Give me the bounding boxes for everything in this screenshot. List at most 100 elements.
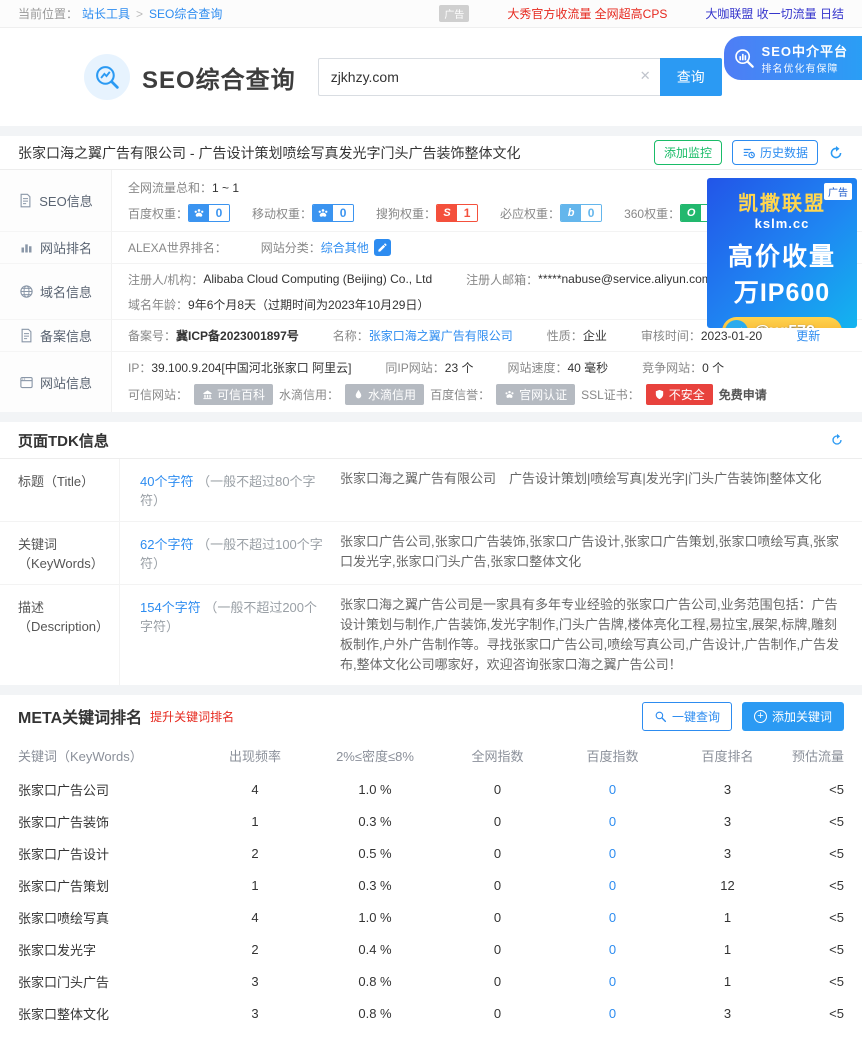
frequency-cell: 3 — [200, 1006, 310, 1021]
baidu-paw-icon — [189, 205, 209, 221]
ssl-free-apply-link[interactable]: 免费申请 — [719, 386, 767, 403]
density-cell: 1.0 % — [310, 782, 440, 797]
sidebar-item-site-info[interactable]: 网站信息 — [0, 352, 112, 412]
keyword-cell: 张家口广告设计 — [18, 844, 200, 863]
seo-agency-ribbon[interactable]: SEO中介平台 排名优化有保障 — [724, 36, 862, 80]
site-speed: 40 毫秒 — [567, 359, 608, 376]
tdk-refresh-icon[interactable] — [830, 433, 844, 447]
keyword-cell: 张家口喷绘写真 — [18, 908, 200, 927]
ribbon-line2: 排名优化有保障 — [762, 60, 848, 75]
baidu-index-link[interactable]: 0 — [555, 1006, 670, 1021]
edit-category-icon[interactable] — [374, 239, 391, 256]
frequency-cell: 4 — [200, 910, 310, 925]
table-row: 张家口广告策划 1 0.3 % 0 0 12 <5 — [18, 869, 844, 901]
baidu-index-link[interactable]: 0 — [555, 910, 670, 925]
plus-icon: + — [754, 710, 767, 723]
baidu-paw-icon — [313, 205, 333, 221]
bank-icon — [202, 389, 213, 400]
table-row: 张家口喷绘写真 4 1.0 % 0 0 1 <5 — [18, 901, 844, 933]
baidu-index-link[interactable]: 0 — [555, 878, 670, 893]
ad-banner-tag: 广告 — [824, 183, 852, 200]
baidu-index-link[interactable]: 0 — [555, 782, 670, 797]
sidebar-item-site-rank[interactable]: 网站排名 — [0, 232, 112, 264]
baidu-rank-cell: 3 — [670, 814, 785, 829]
clear-icon[interactable]: ✕ — [640, 68, 651, 84]
tdk-title: 页面TDK信息 — [18, 430, 109, 451]
shield-icon — [654, 389, 665, 400]
table-row: 张家口整体文化 3 0.8 % 0 0 3 <5 — [18, 997, 844, 1029]
allnet-index-cell: 0 — [440, 878, 555, 893]
bing-weight-badge[interactable]: b0 — [560, 204, 602, 222]
refresh-icon[interactable] — [828, 145, 844, 161]
tdk-panel: 页面TDK信息 标题（Title） 40个字符 （一般不超过80个字符） 张家口… — [0, 422, 862, 685]
ad-banner-slogan2: 万IP600 — [707, 273, 857, 309]
tdk-row-description: 描述（Description） 154个字符 （一般不超过200个字符） 张家口… — [0, 585, 862, 685]
meta-title: META关键词排名 — [18, 704, 142, 728]
allnet-index-cell: 0 — [440, 814, 555, 829]
traffic-value: 1 ~ 1 — [212, 181, 239, 195]
official-site-cert-badge[interactable]: 官网认证 — [496, 384, 575, 405]
density-cell: 0.4 % — [310, 942, 440, 957]
icp-audit-date: 2023-01-20 — [701, 329, 762, 343]
baidu-rank-cell: 12 — [670, 878, 785, 893]
est-traffic-cell: <5 — [785, 910, 844, 925]
result-panel: 张家口海之翼广告有限公司 - 广告设计策划喷绘写真发光字门头广告装饰整体文化 添… — [0, 136, 862, 412]
frequency-cell: 1 — [200, 878, 310, 893]
meta-keywords-panel: META关键词排名 提升关键词排名 一键查询 + 添加关键词 关键词（KeyWo… — [0, 695, 862, 1039]
bing-icon: b — [561, 205, 581, 221]
icp-update-link[interactable]: 更新 — [796, 327, 820, 344]
add-monitor-button[interactable]: 添加监控 — [654, 140, 722, 165]
ip-value: 39.100.9.204[中国河北张家口 阿里云] — [151, 359, 351, 376]
sogou-icon: S — [437, 205, 457, 221]
topbar: 当前位置： 站长工具 > SEO综合查询 广告 大秀官方收流量 全网超高CPS … — [0, 0, 862, 28]
baidu-index-link[interactable]: 0 — [555, 846, 670, 861]
topbar-ad-link-blue[interactable]: 大咖联盟 收一切流量 日结 — [705, 5, 844, 22]
est-traffic-cell: <5 — [785, 974, 844, 989]
location-label: 当前位置： — [18, 5, 78, 22]
frequency-cell: 3 — [200, 974, 310, 989]
breadcrumb-seo-query[interactable]: SEO综合查询 — [149, 5, 222, 22]
baidu-weight-badge[interactable]: 0 — [188, 204, 230, 222]
density-cell: 0.8 % — [310, 974, 440, 989]
density-cell: 1.0 % — [310, 910, 440, 925]
telegram-icon — [725, 320, 748, 328]
table-row: 张家口广告设计 2 0.5 % 0 0 3 <5 — [18, 837, 844, 869]
history-icon — [742, 146, 756, 160]
tdk-row-keywords: 关键词（KeyWords） 62个字符 （一般不超过100个字符） 张家口广告公… — [0, 522, 862, 585]
sidebar-item-domain-info[interactable]: 域名信息 — [0, 264, 112, 320]
ssl-unsafe-badge[interactable]: 不安全 — [646, 384, 713, 405]
frequency-cell: 2 — [200, 846, 310, 861]
ad-banner-cta[interactable]: @xq579 — [722, 317, 842, 328]
meta-table-body: 张家口广告公司 4 1.0 % 0 0 3 <5 张家口广告装饰 1 0.3 %… — [18, 773, 844, 1029]
sogou-weight-badge[interactable]: S1 — [436, 204, 478, 222]
baidu-index-link[interactable]: 0 — [555, 974, 670, 989]
table-row: 张家口广告装饰 1 0.3 % 0 0 3 <5 — [18, 805, 844, 837]
traffic-label: 全网流量总和： — [128, 179, 212, 196]
promote-keywords-link[interactable]: 提升关键词排名 — [150, 708, 234, 725]
allnet-index-cell: 0 — [440, 910, 555, 925]
water-credit-badge[interactable]: 水滴信用 — [345, 384, 424, 405]
baidu-rank-cell: 3 — [670, 846, 785, 861]
baidu-index-link[interactable]: 0 — [555, 942, 670, 957]
mobile-weight-badge[interactable]: 0 — [312, 204, 354, 222]
history-data-button[interactable]: 历史数据 — [732, 140, 818, 165]
add-keyword-button[interactable]: + 添加关键词 — [742, 702, 844, 731]
search-input[interactable] — [318, 58, 660, 96]
table-row: 张家口门头广告 3 0.8 % 0 0 1 <5 — [18, 965, 844, 997]
sidebar-item-icp-info[interactable]: 备案信息 — [0, 320, 112, 352]
breadcrumb-stationmaster-tools[interactable]: 站长工具 — [82, 5, 130, 22]
registrant-email: *****nabuse@service.aliyun.com — [538, 272, 712, 286]
trust-encyclopedia-badge[interactable]: 可信百科 — [194, 384, 273, 405]
icp-name-link[interactable]: 张家口海之翼广告有限公司 — [369, 327, 513, 344]
topbar-ad-link-red[interactable]: 大秀官方收流量 全网超高CPS — [507, 5, 667, 22]
density-cell: 0.3 % — [310, 878, 440, 893]
baidu-rank-cell: 1 — [670, 974, 785, 989]
tdk-title-content: 张家口海之翼广告有限公司 广告设计策划|喷绘写真|发光字|门头广告装饰|整体文化 — [332, 459, 862, 521]
keyword-cell: 张家口广告策划 — [18, 876, 200, 895]
ad-banner[interactable]: 广告 凯撒联盟 kslm.cc 高价收量 万IP600 @xq579 — [707, 178, 857, 328]
query-all-button[interactable]: 一键查询 — [642, 702, 732, 731]
baidu-index-link[interactable]: 0 — [555, 814, 670, 829]
sidebar-item-seo-info[interactable]: SEO信息 — [0, 170, 112, 232]
query-button[interactable]: 查询 — [660, 58, 722, 96]
category-value-link[interactable]: 综合其他 — [321, 239, 369, 256]
